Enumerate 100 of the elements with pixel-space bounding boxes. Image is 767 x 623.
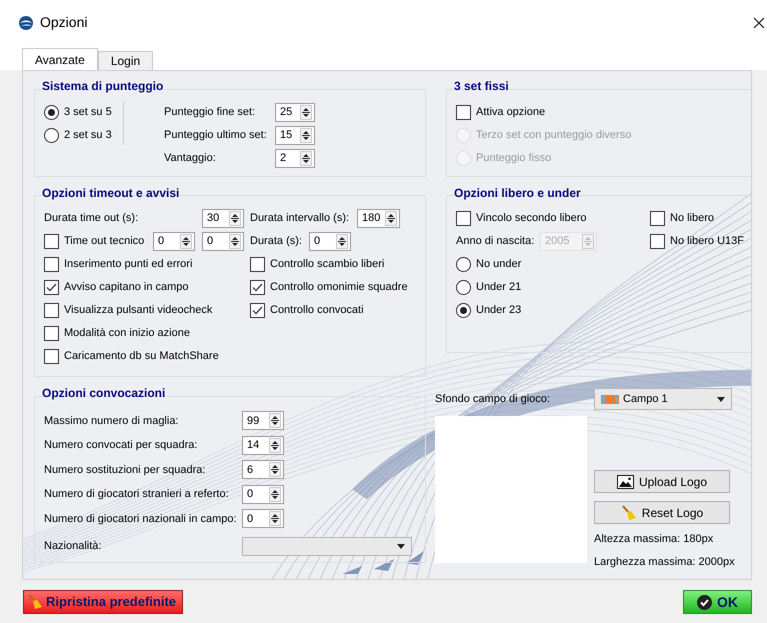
number-field[interactable]: 25 xyxy=(275,102,315,122)
broom-icon xyxy=(620,504,637,520)
restore-defaults-button[interactable]: Ripristina predefinite xyxy=(23,590,183,614)
app-icon xyxy=(18,14,34,30)
spinner-icon[interactable] xyxy=(336,234,348,249)
spinner-icon[interactable] xyxy=(300,128,312,142)
number-field[interactable]: 6 xyxy=(242,460,284,480)
spinner-icon[interactable] xyxy=(269,413,281,428)
caret-icon[interactable] xyxy=(717,396,725,402)
spinner-icon[interactable] xyxy=(269,511,281,526)
close-icon[interactable] xyxy=(753,16,765,28)
field-label: Durata time out (s): xyxy=(44,211,140,226)
checkbox[interactable] xyxy=(44,257,59,272)
checkbox-label: Attiva opzione xyxy=(476,104,546,120)
radio-button[interactable] xyxy=(456,280,471,295)
upload-logo-button[interactable]: Upload Logo xyxy=(594,470,730,493)
checkbox-label: Inserimento punti ed errori xyxy=(64,257,192,272)
broom-icon xyxy=(27,594,43,610)
tab[interactable]: Login xyxy=(98,51,154,70)
field-label: Durata intervallo (s): xyxy=(250,211,350,226)
number-field[interactable]: 180 xyxy=(357,209,400,228)
radio-button[interactable] xyxy=(44,104,59,120)
number-field[interactable]: 0 xyxy=(242,509,284,528)
spinner-icon[interactable] xyxy=(300,150,312,166)
group-title: Sistema di punteggio xyxy=(42,79,164,93)
spinner-icon[interactable] xyxy=(269,462,281,478)
checkbox-label: Visualizza pulsanti videocheck xyxy=(64,303,212,318)
number-field[interactable]: 15 xyxy=(275,126,315,144)
number-field[interactable]: 14 xyxy=(242,436,284,455)
ok-button[interactable]: OK xyxy=(683,590,752,614)
field-swatch-icon xyxy=(601,394,619,404)
tab[interactable]: Avanzate xyxy=(22,48,98,71)
field-label: Punteggio fine set: xyxy=(164,104,256,120)
checkbox[interactable] xyxy=(456,104,471,120)
number-field[interactable]: 0 xyxy=(242,484,284,504)
checkbox[interactable] xyxy=(650,211,665,226)
spinner-icon[interactable] xyxy=(269,486,281,502)
radio-label: Under 23 xyxy=(476,303,522,318)
spinner-icon[interactable] xyxy=(269,438,281,453)
checkbox-label: Controllo scambio liberi xyxy=(270,257,384,272)
checkbox[interactable] xyxy=(250,303,265,318)
radio-label: 3 set su 5 xyxy=(64,104,112,120)
checkbox[interactable] xyxy=(44,326,59,341)
radio-button[interactable] xyxy=(44,128,59,142)
window-title: Opzioni xyxy=(40,13,88,32)
checkbox[interactable] xyxy=(650,234,665,249)
radio-label: Punteggio fisso xyxy=(476,150,552,166)
radio-label: Under 21 xyxy=(476,280,522,296)
dropdown-value: Campo 1 xyxy=(623,392,668,407)
field-label: Sfondo campo di gioco: xyxy=(435,392,551,407)
checkbox-label: Controllo omonimie squadre xyxy=(270,280,408,296)
checkbox-label: Modalità con inizio azione xyxy=(64,326,190,342)
radio-label: Terzo set con punteggio diverso xyxy=(476,128,632,143)
field-label: Numero di giocatori nazionali in campo: xyxy=(44,512,238,526)
field-label: Numero sostituzioni per squadra: xyxy=(44,462,206,478)
caret-icon[interactable] xyxy=(397,544,405,548)
checkbox-label: Controllo convocati xyxy=(270,303,364,318)
checkbox[interactable] xyxy=(250,257,265,272)
group-title: Opzioni libero e under xyxy=(454,186,581,200)
checkbox-label: Time out tecnico xyxy=(64,234,144,250)
radio-label: No under xyxy=(476,257,522,272)
field-label: Numero convocati per squadra: xyxy=(44,438,198,453)
spinner-icon[interactable] xyxy=(300,104,312,120)
number-field[interactable]: 0 xyxy=(153,232,195,251)
reset-logo-button[interactable]: Reset Logo xyxy=(594,501,730,524)
check-icon xyxy=(697,594,712,610)
checkbox-label: No libero U13F xyxy=(670,234,744,250)
dropdown[interactable]: Campo 1 xyxy=(594,388,732,410)
group-title: Opzioni convocazioni xyxy=(42,386,166,400)
checkbox-label: No libero xyxy=(670,211,714,226)
spinner-icon[interactable] xyxy=(385,211,397,226)
number-field[interactable]: 2 xyxy=(275,148,315,168)
field-label: Numero di giocatori stranieri a referto: xyxy=(44,487,230,502)
group-title: 3 set fissi xyxy=(454,79,509,93)
checkbox-label: Caricamento db su MatchShare xyxy=(64,349,219,364)
checkbox[interactable] xyxy=(456,211,471,226)
number-field[interactable]: 30 xyxy=(202,209,244,228)
field-label: Massimo numero di maglia: xyxy=(44,414,180,428)
checkbox-label: Avviso capitano in campo xyxy=(64,280,189,296)
checkbox[interactable] xyxy=(250,280,265,295)
checkbox[interactable] xyxy=(44,303,59,318)
checkbox[interactable] xyxy=(44,349,59,364)
number-field[interactable]: 0 xyxy=(309,232,351,251)
spinner-icon[interactable] xyxy=(229,234,241,249)
spinner-icon[interactable] xyxy=(229,211,241,226)
field-label: Anno di nascita: xyxy=(456,234,536,250)
radio-button[interactable] xyxy=(456,257,471,272)
checkbox-label: Vincolo secondo libero xyxy=(476,211,586,226)
field-label: Punteggio ultimo set: xyxy=(164,128,268,143)
field-label: Durata (s): xyxy=(250,234,303,250)
number-field[interactable]: 99 xyxy=(242,411,284,430)
checkbox[interactable] xyxy=(44,234,59,249)
size-note: Altezza massima: 180px xyxy=(594,532,714,547)
spinner-icon[interactable] xyxy=(180,234,192,249)
checkbox[interactable] xyxy=(44,280,59,295)
number-field[interactable]: 0 xyxy=(202,232,244,251)
group-title: Opzioni timeout e avvisi xyxy=(42,186,180,200)
radio-button[interactable] xyxy=(456,303,471,318)
image-icon xyxy=(616,474,634,488)
field-label: Nazionalità: xyxy=(44,538,102,554)
